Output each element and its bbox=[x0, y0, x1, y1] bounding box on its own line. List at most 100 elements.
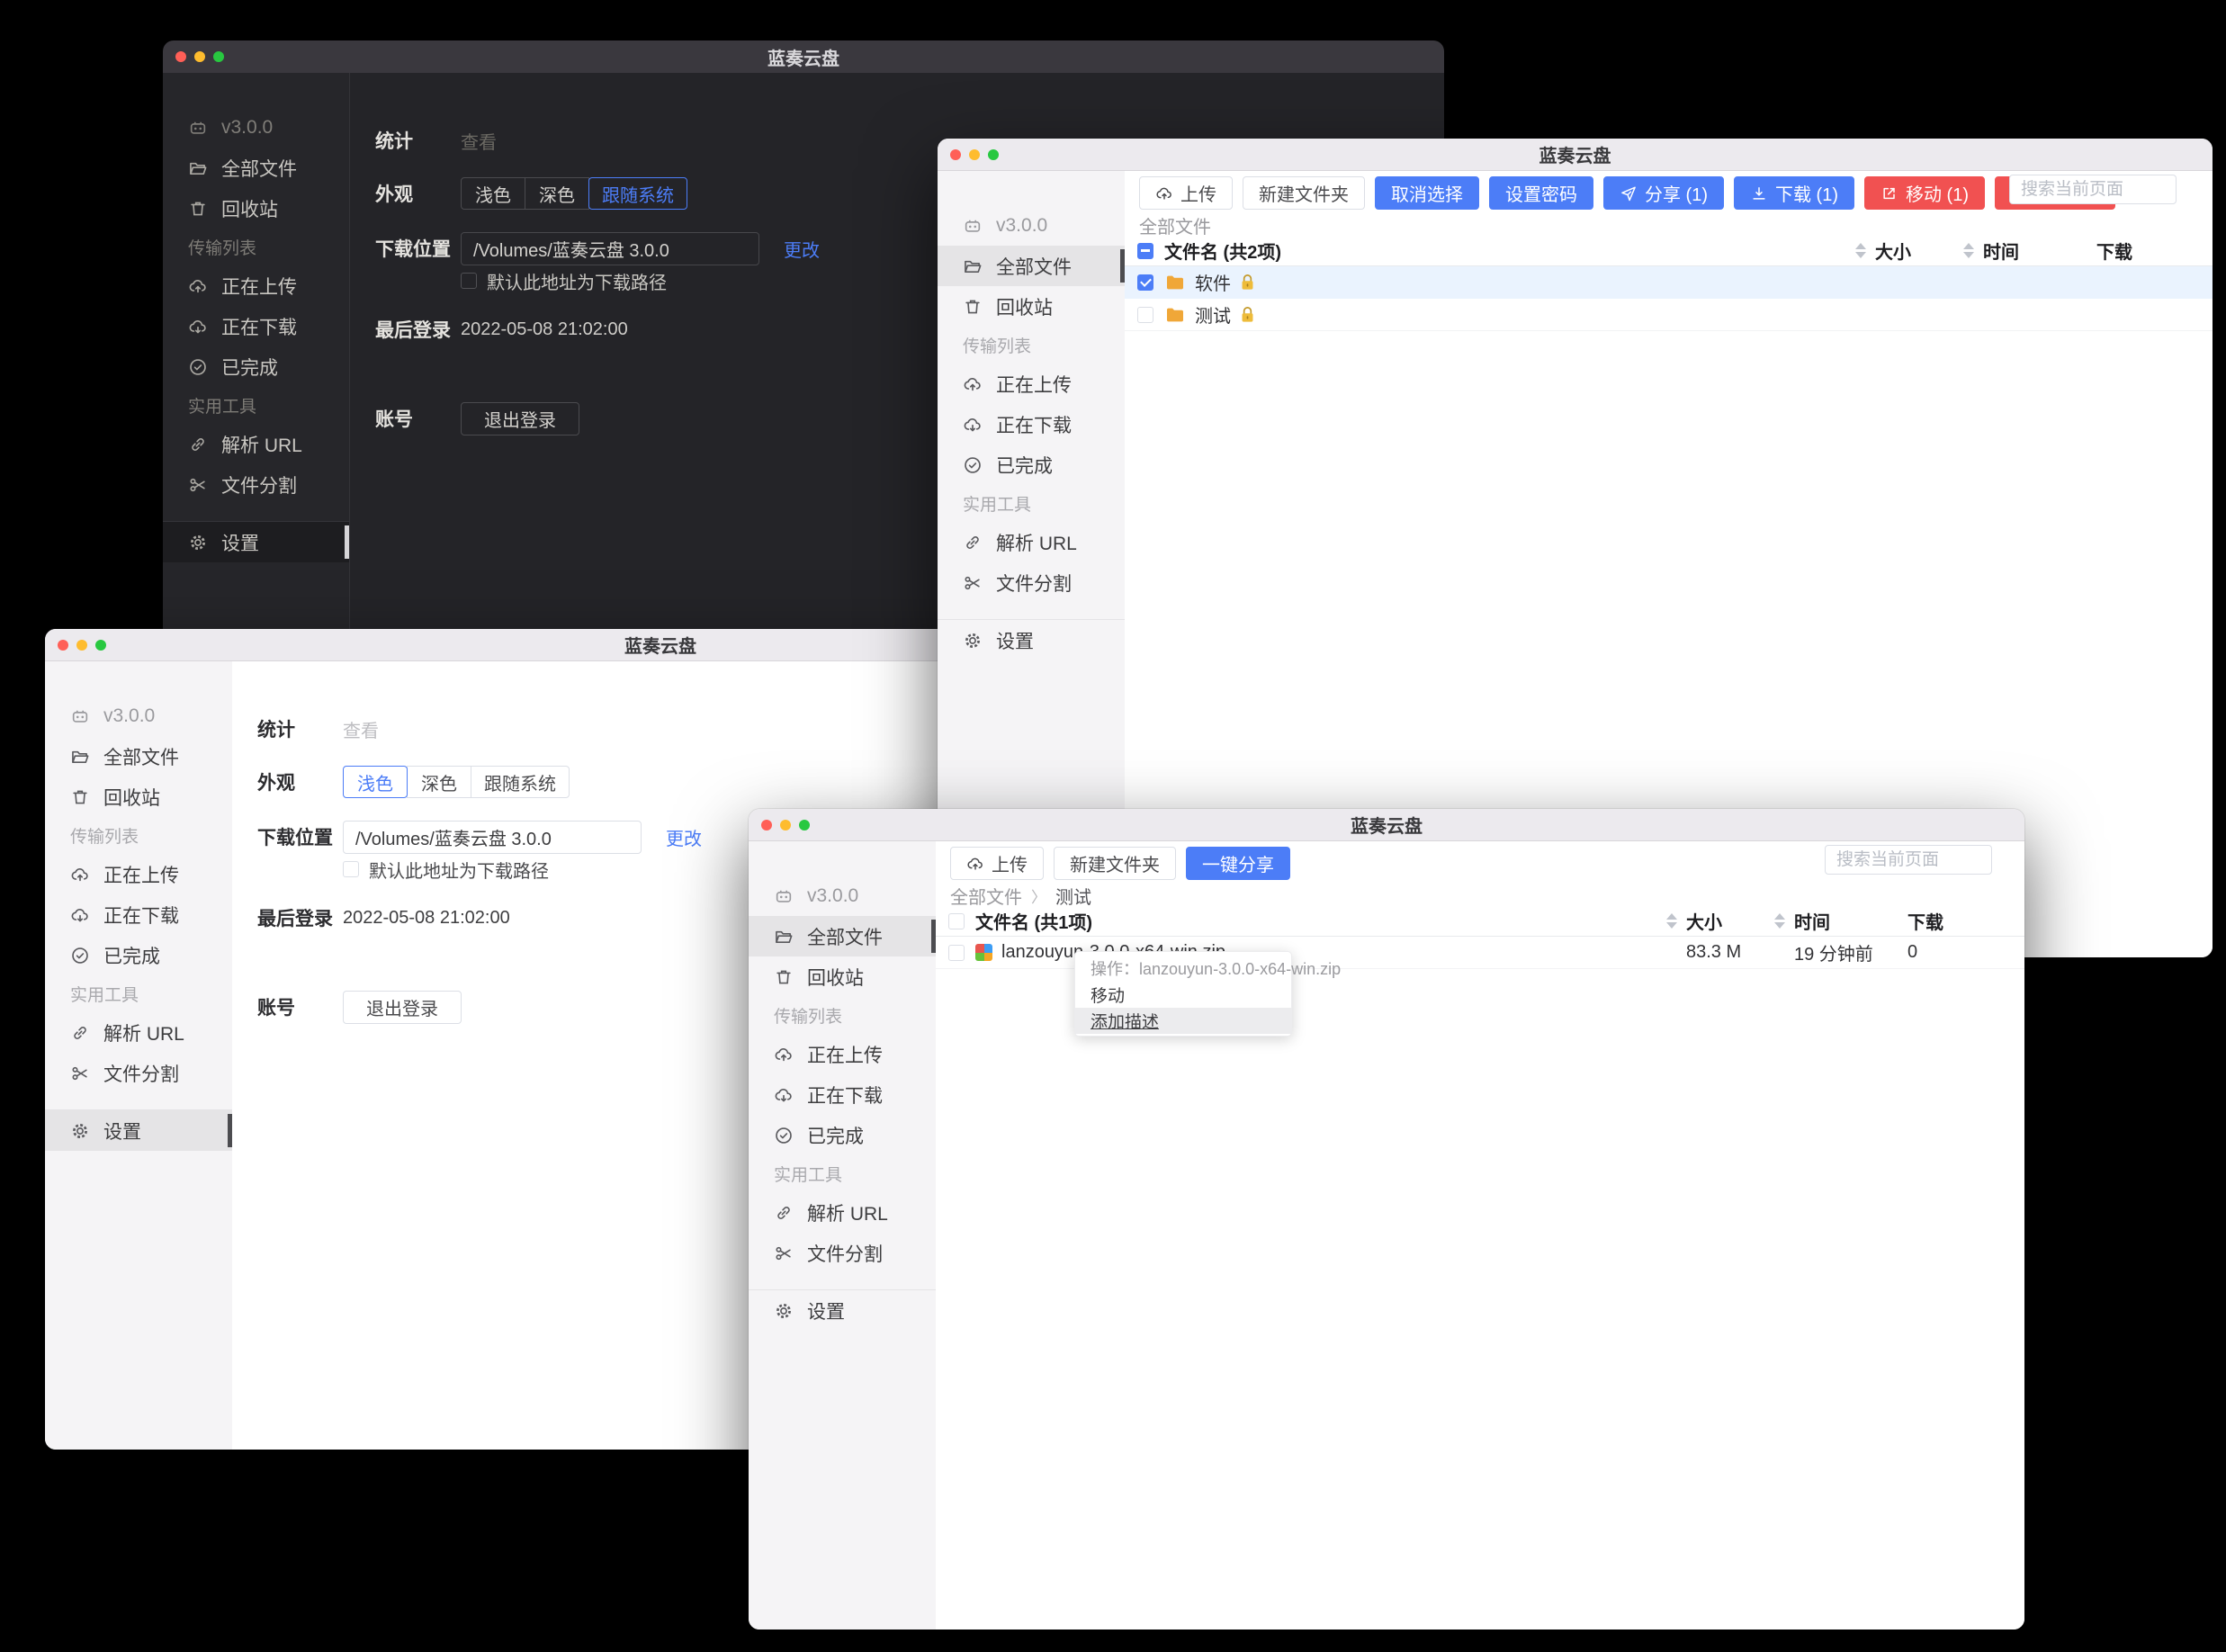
select-all-checkbox[interactable] bbox=[948, 913, 965, 929]
sidebar-item-uploading[interactable]: 正在上传 bbox=[163, 265, 349, 306]
theme-system-button[interactable]: 跟随系统 bbox=[471, 766, 570, 798]
sidebar-item-all-files[interactable]: 全部文件 bbox=[749, 916, 936, 956]
account-label: 账号 bbox=[257, 993, 343, 1020]
sidebar-item-all-files[interactable]: 全部文件 bbox=[938, 246, 1125, 286]
close-button[interactable] bbox=[175, 51, 186, 62]
sidebar-item-recycle-bin[interactable]: 回收站 bbox=[45, 777, 232, 817]
sidebar-item-file-split[interactable]: 文件分割 bbox=[938, 562, 1125, 603]
sidebar-item-file-split[interactable]: 文件分割 bbox=[45, 1053, 232, 1093]
search-input[interactable] bbox=[2009, 175, 2177, 204]
default-path-checkbox[interactable] bbox=[461, 273, 477, 289]
logout-button[interactable]: 退出登录 bbox=[343, 991, 462, 1024]
row-checkbox[interactable] bbox=[1137, 274, 1153, 291]
sidebar-item-file-split[interactable]: 文件分割 bbox=[163, 464, 349, 505]
sidebar-item-completed[interactable]: 已完成 bbox=[749, 1115, 936, 1155]
close-button[interactable] bbox=[950, 149, 961, 160]
context-menu-item-add-description[interactable]: 添加描述 bbox=[1075, 1008, 1291, 1034]
sidebar-item-completed[interactable]: 已完成 bbox=[938, 444, 1125, 485]
theme-system-button[interactable]: 跟随系统 bbox=[588, 177, 687, 210]
minimize-button[interactable] bbox=[194, 51, 205, 62]
sidebar-item-recycle-bin[interactable]: 回收站 bbox=[938, 286, 1125, 327]
sidebar-item-settings[interactable]: 设置 bbox=[938, 620, 1125, 660]
titlebar[interactable]: 蓝奏云盘 bbox=[938, 139, 2213, 171]
titlebar[interactable]: 蓝奏云盘 bbox=[749, 809, 2024, 841]
sidebar-item-completed[interactable]: 已完成 bbox=[163, 346, 349, 387]
stats-view-link[interactable]: 查看 bbox=[343, 716, 379, 742]
default-path-checkbox[interactable] bbox=[343, 861, 359, 877]
size-sort-icon[interactable] bbox=[1855, 236, 1866, 265]
theme-light-button[interactable]: 浅色 bbox=[461, 177, 525, 210]
sidebar-item-file-split[interactable]: 文件分割 bbox=[749, 1233, 936, 1273]
change-path-link[interactable]: 更改 bbox=[666, 824, 702, 850]
sidebar-item-parse-url[interactable]: 解析 URL bbox=[749, 1192, 936, 1233]
sidebar-item-downloading[interactable]: 正在下载 bbox=[163, 306, 349, 346]
titlebar[interactable]: 蓝奏云盘 bbox=[163, 40, 1444, 73]
cancel-select-button[interactable]: 取消选择 bbox=[1375, 176, 1479, 210]
upload-button[interactable]: 上传 bbox=[950, 847, 1044, 880]
sidebar-item-downloading[interactable]: 正在下载 bbox=[938, 404, 1125, 444]
move-button[interactable]: 移动 (1) bbox=[1864, 176, 1985, 210]
table-row[interactable]: 软件 bbox=[1125, 266, 2213, 299]
sidebar-item-downloading[interactable]: 正在下载 bbox=[749, 1074, 936, 1115]
sidebar-item-uploading[interactable]: 正在上传 bbox=[938, 364, 1125, 404]
theme-light-button[interactable]: 浅色 bbox=[343, 766, 408, 798]
new-folder-button[interactable]: 新建文件夹 bbox=[1243, 176, 1365, 210]
sidebar-item-parse-url[interactable]: 解析 URL bbox=[45, 1012, 232, 1053]
search-input[interactable] bbox=[1825, 845, 1992, 875]
sidebar-item-recycle-bin[interactable]: 回收站 bbox=[163, 188, 349, 229]
stats-view-link[interactable]: 查看 bbox=[461, 128, 497, 154]
sidebar-item-recycle-bin[interactable]: 回收站 bbox=[749, 956, 936, 997]
download-button[interactable]: 下载 (1) bbox=[1734, 176, 1854, 210]
select-all-checkbox[interactable] bbox=[1137, 243, 1153, 259]
set-password-button[interactable]: 设置密码 bbox=[1489, 176, 1593, 210]
zoom-button[interactable] bbox=[988, 149, 999, 160]
sidebar-item-parse-url[interactable]: 解析 URL bbox=[938, 522, 1125, 562]
sidebar-item-settings[interactable]: 设置 bbox=[163, 522, 349, 562]
sidebar-item-all-files[interactable]: 全部文件 bbox=[45, 736, 232, 777]
table-row[interactable]: 测试 bbox=[1125, 299, 2213, 331]
sidebar-item-settings[interactable]: 设置 bbox=[45, 1110, 232, 1151]
share-icon bbox=[1620, 184, 1638, 202]
time-sort-icon[interactable] bbox=[1774, 906, 1785, 936]
sidebar-item-all-files[interactable]: 全部文件 bbox=[163, 148, 349, 188]
context-menu-item-move[interactable]: 移动 bbox=[1075, 982, 1291, 1008]
sidebar-item-version[interactable]: v3.0.0 bbox=[938, 205, 1125, 246]
zoom-button[interactable] bbox=[213, 51, 224, 62]
sidebar-item-version[interactable]: v3.0.0 bbox=[163, 107, 349, 148]
row-checkbox[interactable] bbox=[1137, 307, 1153, 323]
download-path-input[interactable] bbox=[461, 232, 759, 265]
one-click-share-button[interactable]: 一键分享 bbox=[1186, 847, 1290, 880]
theme-dark-button[interactable]: 深色 bbox=[407, 766, 471, 798]
upload-button[interactable]: 上传 bbox=[1139, 176, 1233, 210]
appearance-label: 外观 bbox=[257, 768, 343, 795]
breadcrumb-root[interactable]: 全部文件 bbox=[1139, 212, 1211, 238]
sidebar-item-uploading[interactable]: 正在上传 bbox=[749, 1034, 936, 1074]
close-button[interactable] bbox=[761, 820, 772, 830]
minimize-button[interactable] bbox=[76, 640, 87, 651]
theme-dark-button[interactable]: 深色 bbox=[525, 177, 589, 210]
check-circle-icon bbox=[70, 946, 90, 965]
logout-button[interactable]: 退出登录 bbox=[461, 402, 579, 435]
row-checkbox[interactable] bbox=[948, 945, 965, 961]
sidebar-item-version[interactable]: v3.0.0 bbox=[749, 875, 936, 916]
zoom-button[interactable] bbox=[95, 640, 106, 651]
lock-icon bbox=[1240, 273, 1255, 292]
sidebar-item-version[interactable]: v3.0.0 bbox=[45, 696, 232, 736]
sidebar-item-uploading[interactable]: 正在上传 bbox=[45, 854, 232, 894]
zoom-button[interactable] bbox=[799, 820, 810, 830]
change-path-link[interactable]: 更改 bbox=[784, 236, 820, 262]
share-button[interactable]: 分享 (1) bbox=[1603, 176, 1724, 210]
sidebar-item-downloading[interactable]: 正在下载 bbox=[45, 894, 232, 935]
close-button[interactable] bbox=[58, 640, 68, 651]
sidebar-item-completed[interactable]: 已完成 bbox=[45, 935, 232, 975]
size-sort-icon[interactable] bbox=[1666, 906, 1677, 936]
breadcrumb-root[interactable]: 全部文件 bbox=[950, 883, 1022, 909]
minimize-button[interactable] bbox=[969, 149, 980, 160]
sidebar-item-settings[interactable]: 设置 bbox=[749, 1290, 936, 1331]
download-path-input[interactable] bbox=[343, 821, 642, 854]
sidebar-item-parse-url[interactable]: 解析 URL bbox=[163, 424, 349, 464]
download-location-label: 下载位置 bbox=[375, 235, 461, 262]
minimize-button[interactable] bbox=[780, 820, 791, 830]
new-folder-button[interactable]: 新建文件夹 bbox=[1054, 847, 1176, 880]
time-sort-icon[interactable] bbox=[1963, 236, 1974, 265]
